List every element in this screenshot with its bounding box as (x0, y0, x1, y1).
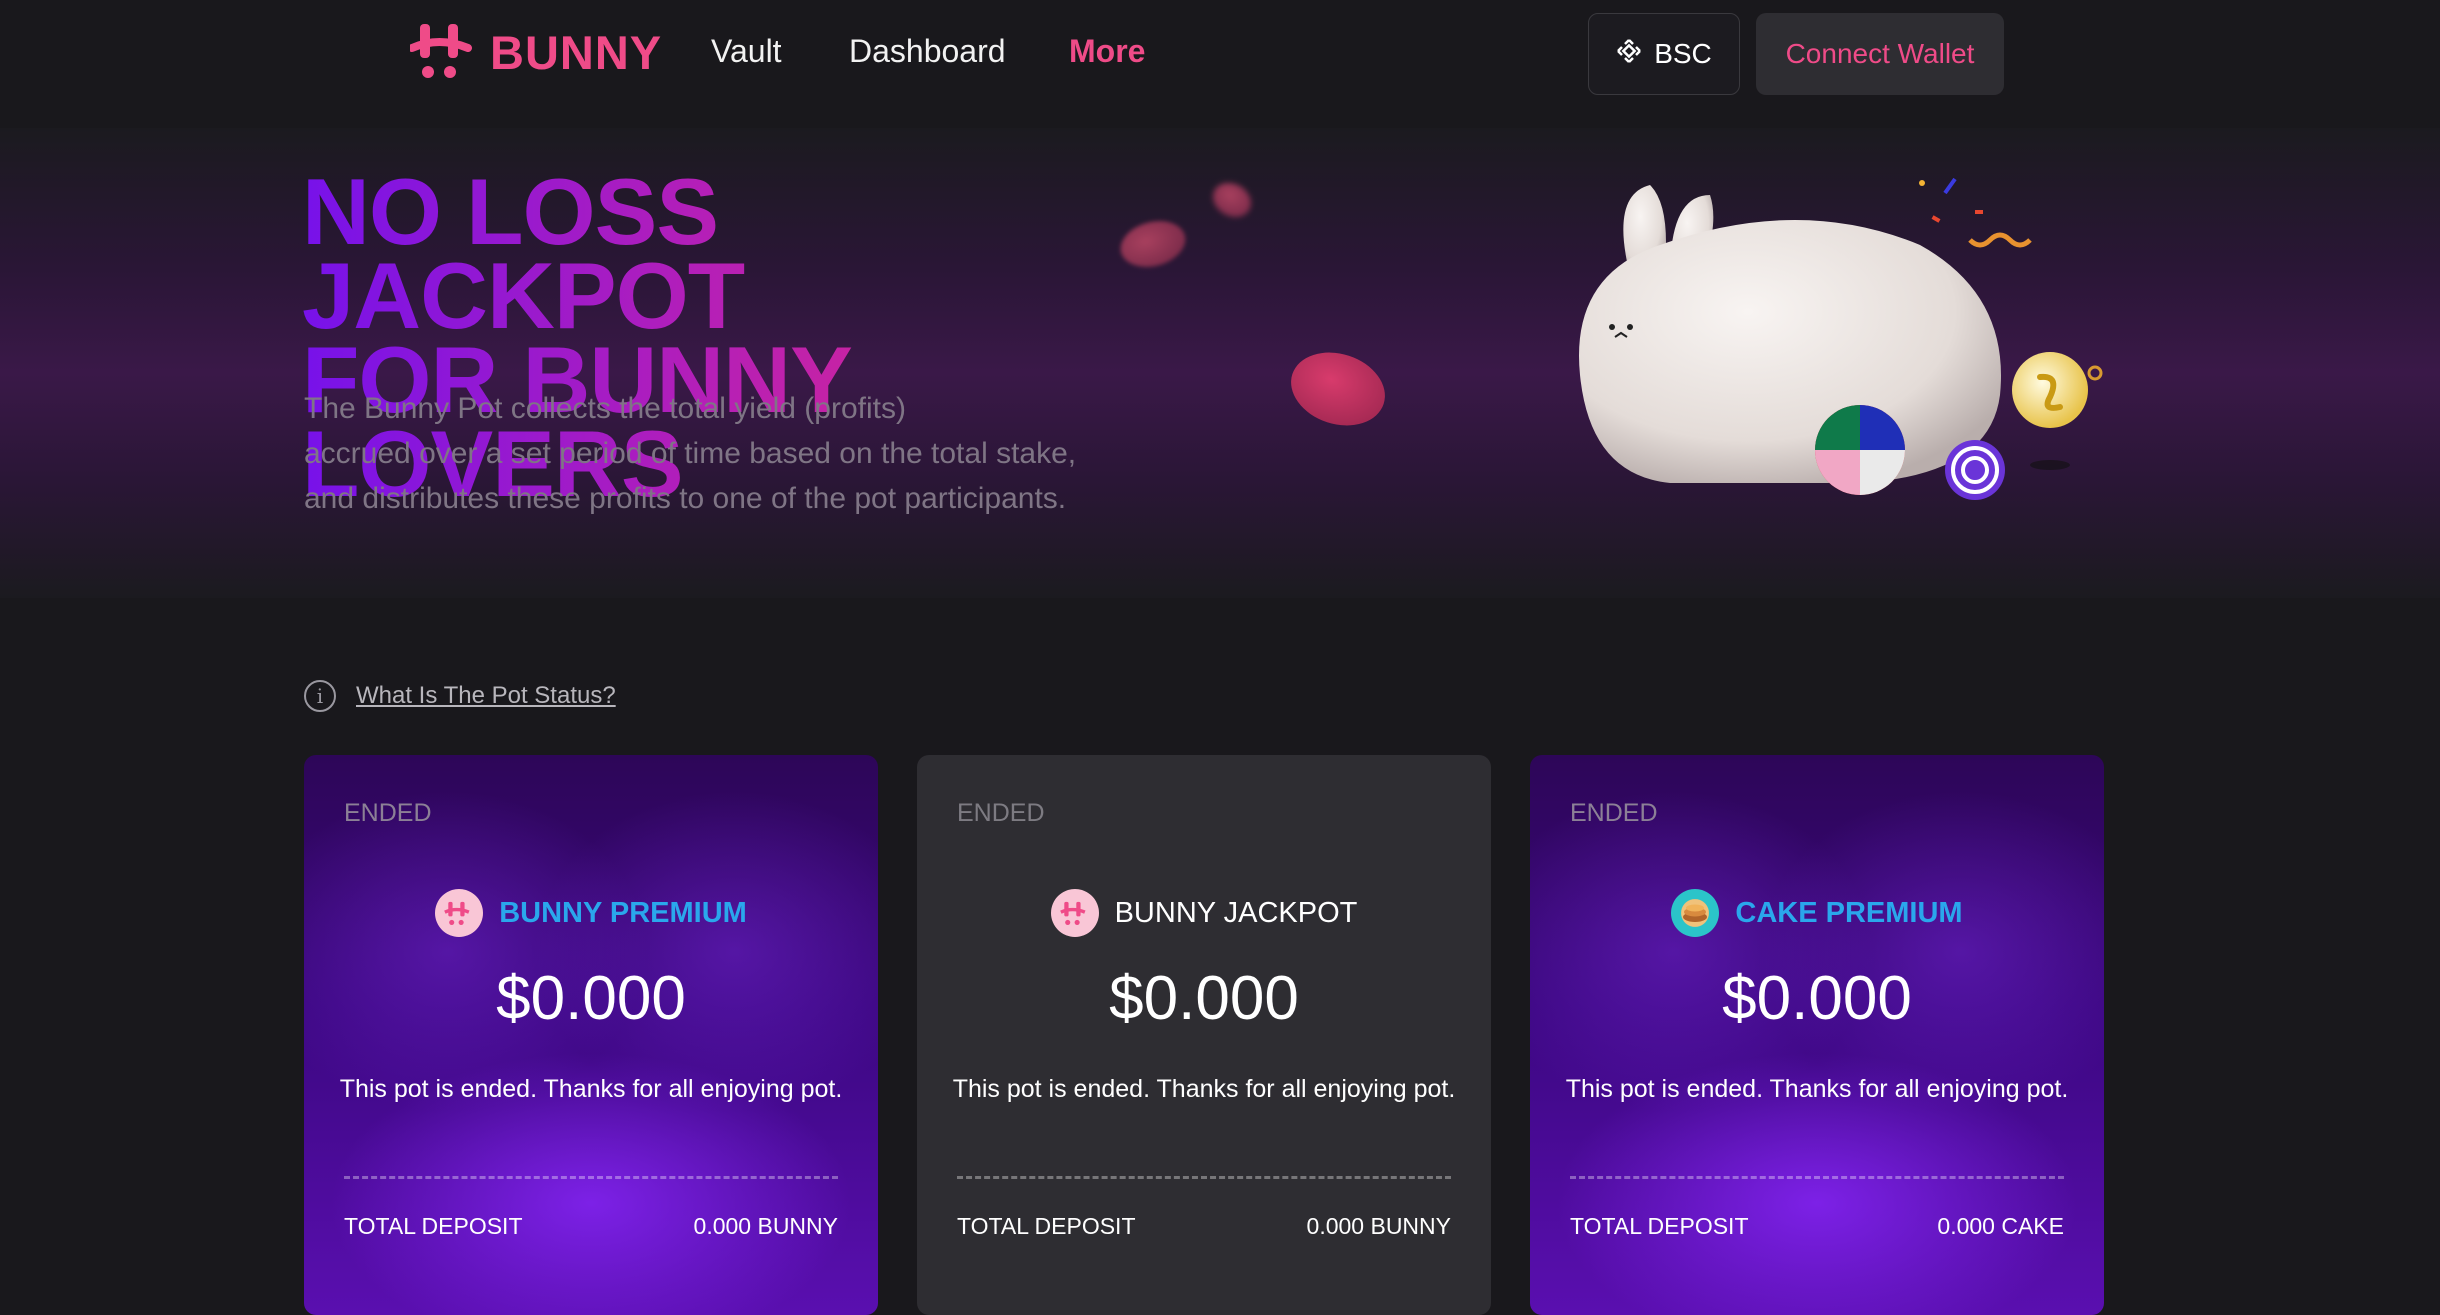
brand-logo[interactable]: BUNNY (408, 20, 663, 85)
divider (1570, 1176, 2064, 1179)
divider (344, 1176, 838, 1179)
pot-title: CAKE PREMIUM (1735, 896, 1963, 929)
top-nav: BUNNY Vault Dashboard More BSC Connect W… (0, 0, 2440, 110)
pot-amount: $0.000 (1722, 964, 1912, 1033)
hero-description: The Bunny Pot collects the total yield (… (304, 386, 1184, 521)
total-deposit-row: TOTAL DEPOSIT 0.000 BUNNY (957, 1213, 1451, 1240)
pot-status-badge: ENDED (344, 799, 432, 827)
info-icon: i (304, 680, 336, 712)
bunny-token-icon (1050, 889, 1099, 937)
total-deposit-row: TOTAL DEPOSIT 0.000 BUNNY (344, 1213, 838, 1240)
nav-link-vault[interactable]: Vault (711, 33, 782, 70)
hero-title-line-1: NO LOSS JACKPOT (302, 159, 745, 348)
pot-status-badge: ENDED (1570, 799, 1658, 827)
nav-link-more[interactable]: More (1069, 33, 1145, 70)
pot-title-row: BUNNY PREMIUM (304, 889, 878, 937)
pot-status-link[interactable]: What Is The Pot Status? (356, 682, 616, 710)
pot-status-badge: ENDED (957, 799, 1045, 827)
total-deposit-label: TOTAL DEPOSIT (344, 1213, 523, 1239)
total-deposit-value: 0.000 BUNNY (693, 1213, 838, 1239)
pot-title: BUNNY JACKPOT (1114, 896, 1358, 929)
pot-card-cake-premium[interactable]: ENDED CAKE PREMIUM $0.000 This pot is en… (1530, 755, 2104, 1315)
pot-message: This pot is ended. Thanks for all enjoyi… (1565, 1075, 2069, 1103)
cake-token-icon (1671, 889, 1720, 937)
pot-status-row: i What Is The Pot Status? (304, 680, 616, 712)
total-deposit-value: 0.000 CAKE (1937, 1213, 2064, 1239)
pot-title: BUNNY PREMIUM (499, 896, 747, 929)
total-deposit-label: TOTAL DEPOSIT (1570, 1213, 1749, 1239)
pot-title-row: CAKE PREMIUM (1530, 889, 2104, 937)
bunny-logo-icon (408, 20, 480, 85)
network-label: BSC (1654, 38, 1712, 69)
divider (957, 1176, 1451, 1179)
total-deposit-value: 0.000 BUNNY (1306, 1213, 1451, 1239)
brand-name: BUNNY (490, 25, 663, 79)
hero-desc-line-1: The Bunny Pot collects the total yield (… (304, 392, 906, 425)
pot-amount: $0.000 (496, 964, 686, 1033)
bsc-icon (1616, 38, 1642, 71)
pot-title-row: BUNNY JACKPOT (917, 889, 1491, 937)
hero-desc-line-2: accrued over a set period of time based … (304, 437, 1077, 470)
connect-wallet-button[interactable]: Connect Wallet (1756, 13, 2004, 95)
bunny-illustration (1560, 165, 2120, 505)
pot-card-bunny-premium[interactable]: ENDED BUNNY PREMIUM $0.000 This pot is e… (304, 755, 878, 1315)
total-deposit-label: TOTAL DEPOSIT (957, 1213, 1136, 1239)
total-deposit-row: TOTAL DEPOSIT 0.000 CAKE (1570, 1213, 2064, 1240)
bunny-token-icon (435, 889, 484, 937)
pot-message: This pot is ended. Thanks for all enjoyi… (952, 1075, 1456, 1103)
nav-link-dashboard[interactable]: Dashboard (849, 33, 1006, 70)
network-button[interactable]: BSC (1588, 13, 1740, 95)
hero-desc-line-3: and distributes these profits to one of … (304, 482, 1067, 515)
pot-message: This pot is ended. Thanks for all enjoyi… (339, 1075, 843, 1103)
pot-amount: $0.000 (1109, 964, 1299, 1033)
pot-card-bunny-jackpot[interactable]: ENDED BUNNY JACKPOT $0.000 This pot is e… (917, 755, 1491, 1315)
